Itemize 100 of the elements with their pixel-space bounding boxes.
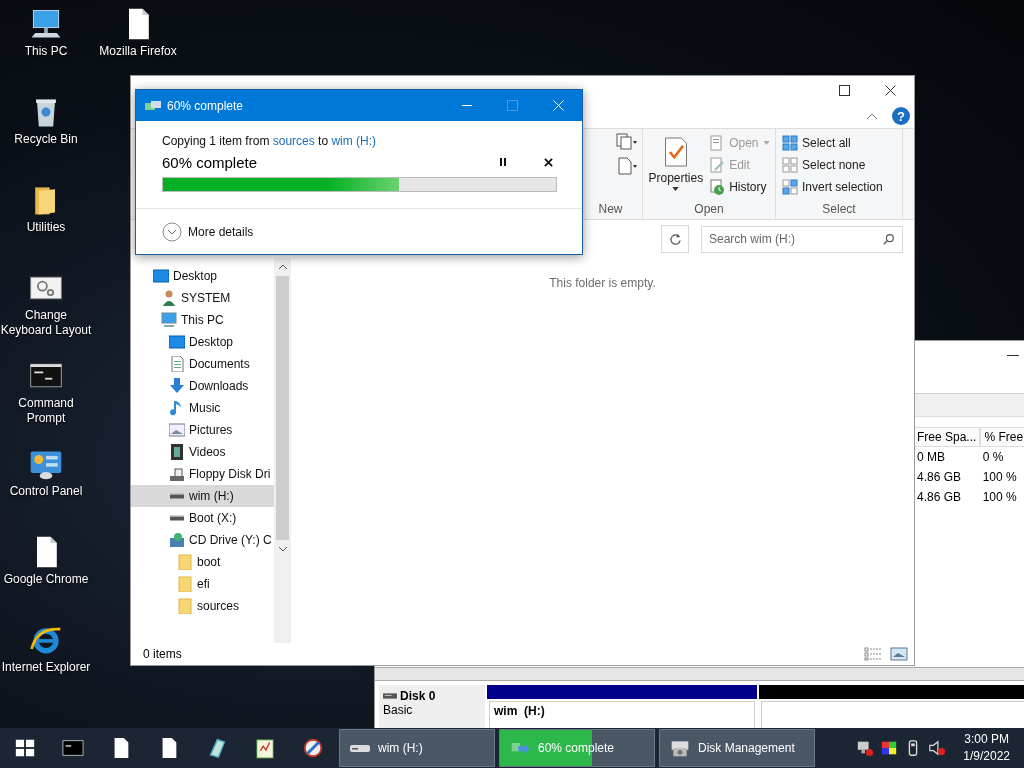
- tree-item[interactable]: Music: [131, 397, 274, 419]
- speaker-muted-icon[interactable]: [928, 739, 947, 757]
- clock-time[interactable]: 3:00 PM: [964, 731, 1009, 748]
- empty-folder-message: This folder is empty.: [549, 276, 656, 292]
- document-icon: [169, 356, 185, 372]
- table-cell-text: 4.86 GB: [916, 489, 963, 506]
- table-cell-text: 0 MB: [916, 449, 946, 466]
- notepad-icon[interactable]: [254, 737, 276, 759]
- caret-icon: [762, 141, 770, 145]
- clock-date[interactable]: 1/9/2022: [963, 748, 1010, 765]
- down-arrow-icon: [169, 378, 185, 394]
- copy-message: Copying 1 item from sources to wim (H:): [162, 133, 378, 149]
- caret-icon: [672, 187, 680, 191]
- taskbar-button[interactable]: wim (H:): [339, 729, 495, 767]
- source-link[interactable]: sources: [272, 134, 315, 148]
- select-all-button[interactable]: Select all: [780, 133, 885, 153]
- destination-link[interactable]: wim (H:): [331, 134, 377, 148]
- tree-item[interactable]: CD Drive (Y:) C: [131, 529, 274, 551]
- column-header[interactable]: % Free: [980, 427, 1024, 447]
- terminal-icon[interactable]: [62, 737, 84, 759]
- grid-icon: [782, 179, 798, 195]
- desktop-icon-label: Change Keyboard Layout: [0, 308, 93, 338]
- help-button[interactable]: ?: [892, 107, 910, 125]
- desktop-icon-label: Command Prompt: [17, 396, 75, 426]
- tree-item[interactable]: boot: [131, 551, 274, 573]
- large-icons-view-icon[interactable]: [890, 647, 908, 661]
- person-icon: [161, 290, 177, 306]
- drive-icon: [169, 515, 185, 521]
- desktop-icon-label: Internet Explorer: [0, 660, 92, 675]
- table-cell-text: 0 %: [981, 449, 1005, 466]
- tree-item[interactable]: SYSTEM: [131, 287, 274, 309]
- desktop-icon-label: This PC: [23, 44, 69, 59]
- picture-icon: [169, 422, 185, 438]
- search-field[interactable]: Search wim (H:): [701, 225, 903, 253]
- properties-button[interactable]: Properties: [646, 133, 706, 197]
- grid-outline-icon: [782, 157, 798, 173]
- progress-text: 60% complete: [162, 153, 259, 171]
- desktop-icon-label: Google Chrome: [2, 572, 90, 587]
- desktop-icon-label: Mozilla Firefox: [98, 44, 178, 59]
- cancel-icon[interactable]: [544, 157, 553, 167]
- table-cell-text: 100 %: [981, 489, 1018, 506]
- desktop-icon-label: Utilities: [25, 220, 67, 235]
- history-button[interactable]: History: [707, 177, 772, 197]
- group-label: Open: [694, 202, 724, 216]
- desktop-icon-label: Control Panel: [8, 484, 84, 499]
- dialog-title: 60% complete: [167, 98, 245, 113]
- color-grid-icon[interactable]: [880, 739, 899, 757]
- chevron-up-icon[interactable]: [866, 112, 878, 120]
- folder-icon: [177, 554, 193, 570]
- tree-item[interactable]: Boot (X:): [131, 507, 274, 529]
- tree-item[interactable]: Downloads: [131, 375, 274, 397]
- disk-name: Disk 0: [400, 689, 436, 703]
- tree-item[interactable]: efi: [131, 573, 274, 595]
- select-invert-button[interactable]: Invert selection: [780, 177, 885, 197]
- stacked-pages-icon[interactable]: [614, 133, 638, 151]
- table-cell-text: 100 %: [981, 469, 1018, 486]
- group-label: Select: [822, 202, 856, 216]
- refresh-button[interactable]: [661, 225, 689, 253]
- scroll-down-icon[interactable]: [277, 546, 288, 552]
- copy-icon: [145, 100, 161, 111]
- paint-icon[interactable]: [302, 737, 324, 759]
- tree-item[interactable]: sources: [131, 595, 274, 617]
- scrollbar[interactable]: [274, 258, 291, 643]
- refresh-icon: [668, 232, 682, 246]
- group-label: New: [598, 202, 623, 216]
- select-none-button[interactable]: Select none: [780, 155, 885, 175]
- pencil-page-icon: [709, 157, 726, 173]
- computer-icon: [161, 312, 177, 328]
- disk-type: Basic: [383, 703, 414, 717]
- tree-item[interactable]: This PC: [131, 309, 274, 331]
- partition-block[interactable]: [759, 685, 1024, 731]
- pause-icon[interactable]: [498, 157, 508, 167]
- disk-management-icon: [670, 738, 690, 758]
- close-icon[interactable]: [885, 84, 896, 96]
- film-icon: [169, 444, 185, 460]
- tree-item[interactable]: Floppy Disk Dri: [131, 463, 274, 485]
- expand-circle-icon: [162, 221, 182, 242]
- monitor-icon: [153, 268, 169, 284]
- maximize-icon[interactable]: [839, 84, 850, 96]
- scroll-up-icon[interactable]: [277, 264, 288, 270]
- table-cell-text: 4.86 GB: [916, 469, 963, 486]
- tree-item[interactable]: wim (H:): [131, 485, 274, 507]
- tree-item[interactable]: Pictures: [131, 419, 274, 441]
- network-icon[interactable]: [856, 739, 875, 757]
- partition-label: wim (H:): [494, 704, 545, 718]
- disc-drive-icon: [169, 532, 185, 548]
- tree-item[interactable]: Desktop: [131, 265, 274, 287]
- more-details-button[interactable]: More details: [162, 221, 254, 242]
- monitor-icon: [169, 334, 185, 350]
- folder-icon: [177, 598, 193, 614]
- tree-item[interactable]: Desktop: [131, 331, 274, 353]
- column-header[interactable]: Free Spa...: [913, 427, 981, 447]
- tree-item[interactable]: Documents: [131, 353, 274, 375]
- start-icon[interactable]: [14, 737, 36, 759]
- item-count: 0 items: [143, 647, 182, 661]
- clock-icon: [709, 179, 726, 195]
- folder-icon: [177, 576, 193, 592]
- taskbar-button[interactable]: Disk Management: [659, 729, 815, 767]
- tree-item[interactable]: Videos: [131, 441, 274, 463]
- drive-icon: [169, 466, 185, 482]
